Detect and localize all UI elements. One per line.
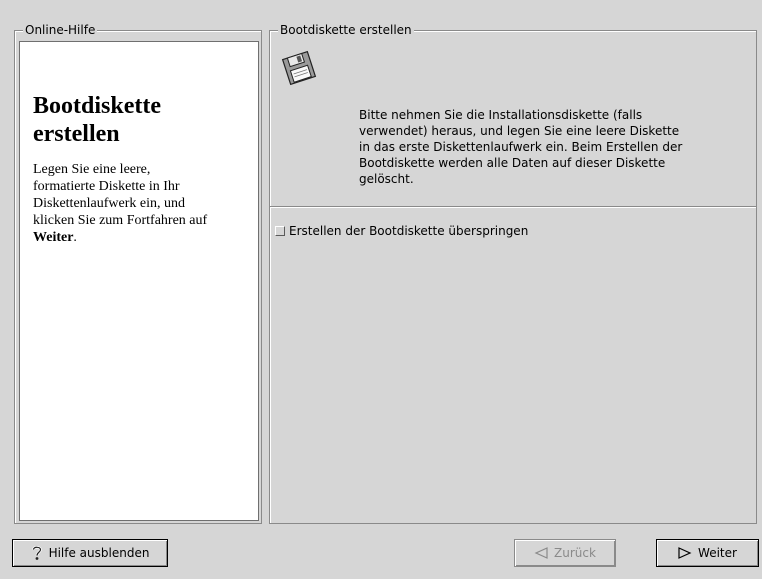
help-panel: Online-Hilfe Bootdiskette erstellen Lege…: [14, 23, 262, 524]
help-text-bold: Weiter: [33, 230, 74, 245]
help-heading: Bootdiskette erstellen: [33, 93, 161, 147]
help-text-suffix: .: [73, 230, 77, 245]
right-triangle-icon: [678, 547, 692, 559]
hide-help-button[interactable]: Hilfe ausblenden: [12, 539, 168, 567]
help-panel-title: Online-Hilfe: [23, 23, 98, 37]
skip-boot-disk-label[interactable]: Erstellen der Bootdiskette überspringen: [289, 224, 528, 238]
help-text: Legen Sie eine leere, formatierte Disket…: [33, 161, 213, 246]
help-text-body: Legen Sie eine leere, formatierte Disket…: [33, 162, 208, 228]
floppy-disk-icon: [281, 50, 317, 86]
back-label: Zurück: [554, 546, 596, 560]
question-mark-icon: [31, 545, 43, 561]
boot-disk-panel: Bootdiskette erstellen Bitte nehmen Sie …: [269, 23, 757, 524]
checkbox-box[interactable]: [275, 226, 285, 236]
back-button[interactable]: Zurück: [514, 539, 616, 567]
help-content: Bootdiskette erstellen Legen Sie eine le…: [19, 41, 259, 521]
next-label: Weiter: [698, 546, 737, 560]
boot-disk-info-area: Bitte nehmen Sie die Installationsdisket…: [270, 31, 756, 208]
left-triangle-icon: [534, 547, 548, 559]
next-button[interactable]: Weiter: [656, 539, 759, 567]
skip-boot-disk-checkbox[interactable]: Erstellen der Bootdiskette überspringen: [275, 224, 528, 238]
hide-help-label: Hilfe ausblenden: [48, 546, 150, 560]
instructions-text: Bitte nehmen Sie die Installationsdisket…: [359, 108, 683, 186]
